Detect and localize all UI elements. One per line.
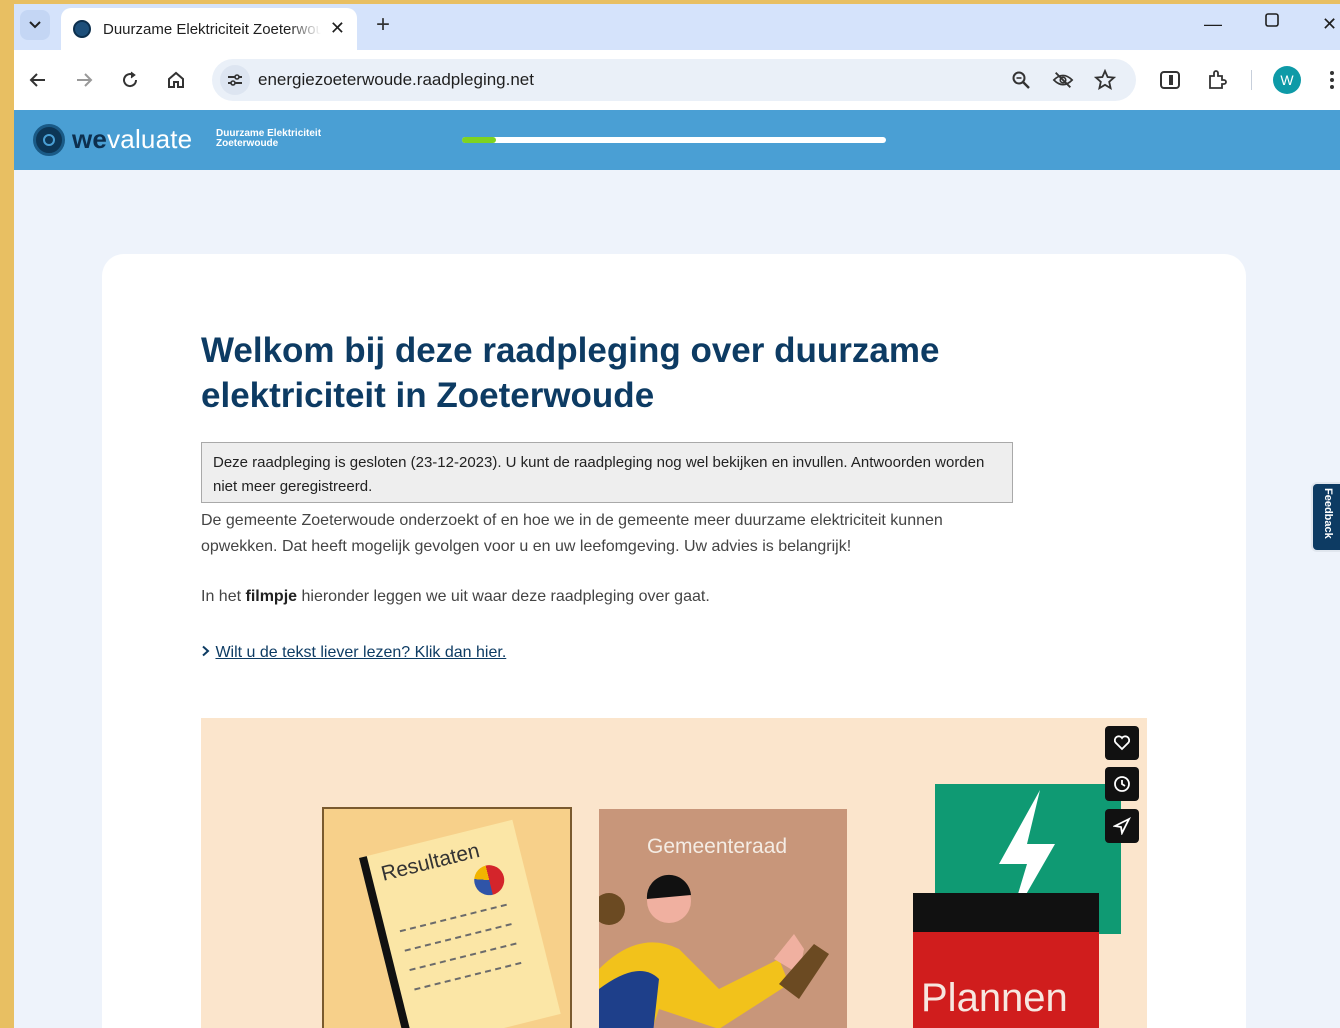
share-icon[interactable] (1105, 809, 1139, 843)
new-tab-icon[interactable]: + (376, 12, 390, 38)
person-illustration (599, 874, 829, 1028)
maximize-icon[interactable] (1264, 12, 1280, 33)
site-favicon-icon (73, 20, 91, 38)
eye-off-icon[interactable] (1052, 69, 1074, 91)
feedback-label: Feedback (1322, 488, 1334, 539)
clock-icon[interactable] (1105, 767, 1139, 801)
toolbar-separator (1251, 70, 1252, 90)
url-text: energiezoeterwoude.raadpleging.net (258, 70, 534, 89)
progress-bar-fill (462, 137, 496, 143)
reload-icon[interactable] (116, 66, 144, 94)
page-title: Welkom bij deze raadpleging over duurzam… (201, 331, 940, 415)
close-icon[interactable]: ✕ (330, 19, 345, 37)
site-info-icon[interactable] (220, 65, 250, 95)
wevaluate-logo-icon (33, 124, 65, 156)
minimize-icon[interactable]: — (1204, 14, 1222, 35)
zoom-icon[interactable] (1010, 69, 1032, 91)
reading-mode-icon[interactable] (1158, 68, 1182, 92)
back-icon[interactable] (24, 66, 52, 94)
window-close-icon[interactable]: ✕ (1322, 14, 1337, 35)
forward-icon[interactable] (70, 66, 98, 94)
wevaluate-logo[interactable]: wevaluate (72, 124, 192, 155)
heart-icon[interactable] (1105, 726, 1139, 760)
read-text-link[interactable]: Wilt u de tekst liever lezen? Klik dan h… (201, 644, 506, 662)
closed-notice: Deze raadpleging is gesloten (23-12-2023… (201, 442, 1013, 503)
plans-illustration-red: Plannen (913, 932, 1099, 1028)
project-name: Duurzame Elektriciteit Zoeterwoude (216, 128, 322, 149)
site-header: wevaluate Duurzame Elektriciteit Zoeterw… (14, 110, 1340, 170)
star-icon[interactable] (1094, 69, 1116, 91)
content-card: Welkom bij deze raadpleging over duurzam… (102, 254, 1246, 1028)
browser-window: Duurzame Elektriciteit Zoeterwoude ✕ + —… (14, 4, 1340, 1028)
video-player[interactable]: Resultaten Gemeenteraad Plannen (201, 718, 1147, 1028)
tab-title: Duurzame Elektriciteit Zoeterwoude (103, 20, 321, 38)
feedback-button[interactable]: Feedback (1311, 482, 1340, 552)
browser-toolbar: energiezoeterwoude.raadpleging.net W (14, 50, 1340, 110)
extensions-icon[interactable] (1205, 68, 1229, 92)
address-bar[interactable]: energiezoeterwoude.raadpleging.net (212, 59, 1136, 101)
plans-label: Plannen (921, 976, 1068, 1020)
progress-bar (462, 137, 886, 143)
browser-tab[interactable]: Duurzame Elektriciteit Zoeterwoude ✕ (61, 8, 357, 50)
pie-chart-icon (471, 861, 508, 899)
plans-illustration-band (913, 893, 1099, 933)
menu-icon[interactable] (1320, 68, 1340, 92)
tab-strip: Duurzame Elektriciteit Zoeterwoude ✕ + —… (14, 4, 1340, 50)
film-text: In het filmpje hieronder leggen we uit w… (201, 588, 710, 605)
intro-text: De gemeente Zoeterwoude onderzoekt of en… (201, 512, 943, 555)
profile-avatar[interactable]: W (1273, 66, 1301, 94)
council-illustration: Gemeenteraad (599, 809, 847, 1028)
chevron-right-icon (202, 645, 210, 657)
home-icon[interactable] (162, 66, 190, 94)
tab-search-icon[interactable] (20, 10, 50, 40)
